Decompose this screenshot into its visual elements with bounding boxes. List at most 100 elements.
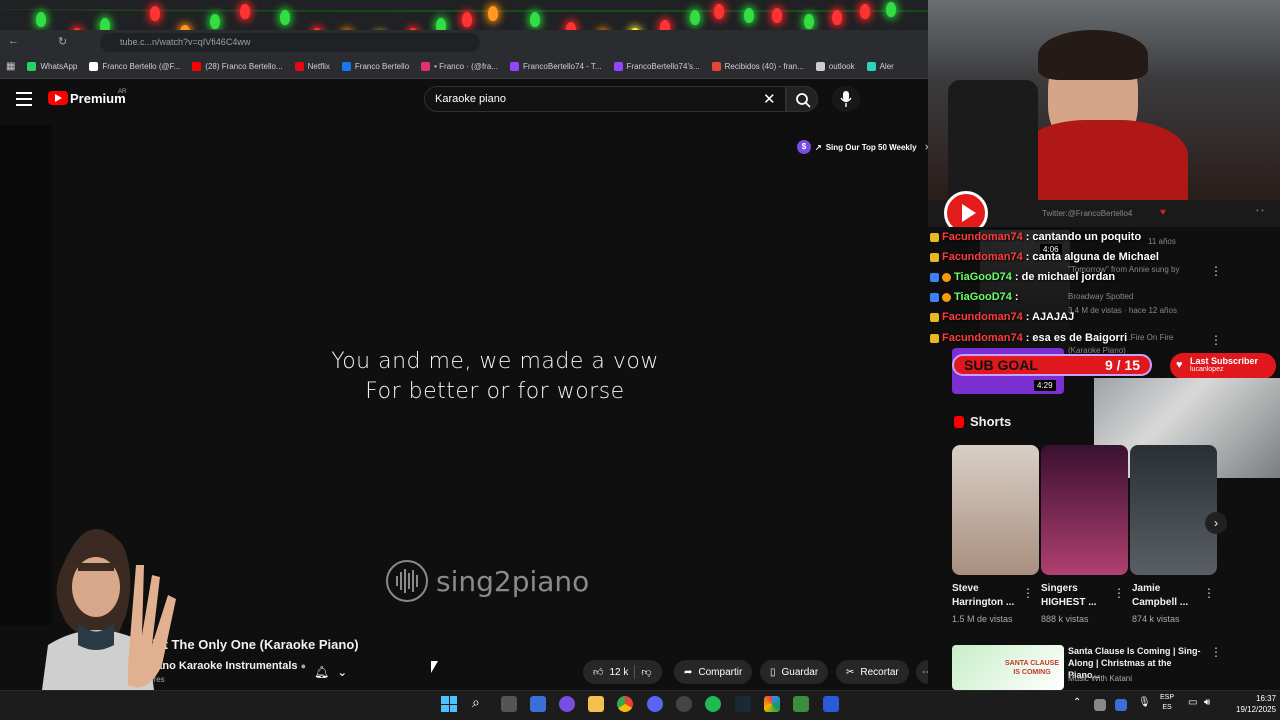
short-thumbnail[interactable] bbox=[1130, 445, 1217, 575]
clip-label: Recortar bbox=[860, 666, 899, 678]
app-icon[interactable] bbox=[793, 696, 809, 712]
chrome-icon[interactable] bbox=[617, 696, 633, 712]
heart-icon: ♥ bbox=[1176, 359, 1183, 371]
twitter-handle: Twitter:@FrancoBertello4 bbox=[1042, 209, 1133, 218]
light-bulb bbox=[240, 4, 250, 19]
light-bulb bbox=[462, 12, 472, 27]
task-view-icon[interactable] bbox=[501, 696, 517, 712]
app-icon[interactable] bbox=[559, 696, 575, 712]
bookmark-icon: ▯ bbox=[770, 666, 776, 678]
drive-icon[interactable] bbox=[764, 696, 780, 712]
shorts-icon bbox=[954, 415, 964, 428]
promo-banner[interactable]: $ ↗ Sing Our Top 50 Weekly ✕ bbox=[797, 139, 931, 155]
recommended-thumbnail[interactable]: SANTA CLAUSE IS COMING bbox=[952, 645, 1064, 690]
last-sub-name: lucanlopez bbox=[1190, 366, 1224, 373]
clear-search-icon[interactable]: ✕ bbox=[763, 90, 776, 108]
verified-icon: ● bbox=[300, 661, 307, 671]
last-subscriber-widget: ♥ Last Subscriber lucanlopez bbox=[1170, 353, 1276, 379]
short-views: 874 k vistas bbox=[1132, 614, 1180, 624]
short-title[interactable]: Singers HIGHEST ... bbox=[1041, 582, 1116, 610]
bookmark-item[interactable]: FrancoBertello74 - T... bbox=[509, 62, 602, 71]
chevron-right-icon[interactable]: › bbox=[1205, 512, 1227, 534]
recommended-channel[interactable]: Music With Katani bbox=[1068, 674, 1132, 683]
more-icon[interactable]: ⋮ bbox=[1210, 645, 1222, 659]
tray-icon[interactable] bbox=[1094, 699, 1106, 711]
bookmark-favicon-icon bbox=[294, 62, 304, 71]
youtube-logo-icon[interactable] bbox=[48, 91, 68, 105]
sing2piano-logo-icon: $ bbox=[797, 140, 811, 154]
hamburger-menu-icon[interactable] bbox=[16, 92, 32, 106]
search-button[interactable] bbox=[786, 86, 818, 112]
short-title[interactable]: Steve Harrington ... bbox=[952, 582, 1027, 610]
short-thumbnail[interactable] bbox=[952, 445, 1039, 575]
light-bulb bbox=[36, 12, 46, 27]
crown-icon bbox=[930, 312, 939, 322]
like-button[interactable]: 👍︎ 12 k bbox=[593, 666, 628, 679]
more-icon[interactable]: ⋮ bbox=[1210, 333, 1222, 347]
bookmark-favicon-icon bbox=[815, 62, 825, 71]
more-icon: • • bbox=[1256, 206, 1264, 215]
steam-icon[interactable] bbox=[735, 696, 751, 712]
system-clock[interactable]: 16:37 19/12/2025 bbox=[1236, 693, 1276, 715]
bookmark-favicon-icon bbox=[89, 62, 99, 71]
file-explorer-icon[interactable] bbox=[588, 696, 604, 712]
sing2piano-watermark: sing2piano bbox=[386, 560, 616, 602]
volume-icon[interactable]: 🔊︎ bbox=[1204, 697, 1210, 708]
bookmark-item[interactable]: (28) Franco Bertello... bbox=[192, 62, 283, 71]
chevron-up-icon[interactable]: ⌃ bbox=[1073, 697, 1081, 708]
bookmark-label: Netflix bbox=[307, 62, 330, 71]
back-arrow-icon[interactable]: ← bbox=[8, 35, 19, 47]
app-icon[interactable] bbox=[823, 696, 839, 712]
bookmark-item[interactable]: FrancoBertello74's... bbox=[613, 62, 700, 71]
bookmark-label: • Franco · (@fra... bbox=[434, 62, 498, 71]
spotify-icon[interactable] bbox=[705, 696, 721, 712]
save-label: Guardar bbox=[781, 666, 819, 678]
reload-icon[interactable]: ↻ bbox=[58, 35, 67, 48]
microphone-icon bbox=[840, 91, 852, 107]
bookmark-item[interactable]: Recibidos (40) - fran... bbox=[711, 62, 804, 71]
share-label: Compartir bbox=[698, 666, 743, 678]
bookmark-item[interactable]: Netflix bbox=[294, 62, 330, 71]
save-button[interactable]: ▯ Guardar bbox=[760, 660, 829, 684]
sword-icon bbox=[930, 292, 939, 302]
short-thumbnail[interactable] bbox=[1041, 445, 1128, 575]
bookmark-item[interactable]: WhatsApp bbox=[27, 62, 77, 71]
search-icon[interactable]: ⌕ bbox=[472, 694, 480, 711]
tray-icon[interactable] bbox=[1115, 699, 1127, 711]
bookmark-item[interactable]: Franco Bertello bbox=[341, 62, 409, 71]
microphone-icon[interactable]: 🎙︎ bbox=[1138, 697, 1151, 708]
windows-start-icon[interactable] bbox=[441, 696, 457, 712]
voice-search-button[interactable] bbox=[832, 86, 860, 112]
light-bulb bbox=[772, 8, 782, 23]
bookmark-item[interactable]: Aler bbox=[866, 62, 894, 71]
url-input[interactable]: tube.c...n/watch?v=qIVfi46C4ww bbox=[100, 33, 480, 52]
share-button[interactable]: ➦ Compartir bbox=[674, 660, 753, 684]
language-indicator[interactable]: ESP ES bbox=[1160, 693, 1174, 713]
app-icon[interactable] bbox=[676, 696, 692, 712]
more-icon[interactable]: ⋮ bbox=[1210, 264, 1222, 278]
light-bulb bbox=[280, 10, 290, 25]
bookmark-favicon-icon bbox=[711, 62, 721, 71]
search-input[interactable]: Karaoke piano bbox=[424, 86, 786, 112]
clip-button[interactable]: ✂ Recortar bbox=[836, 660, 909, 684]
dislike-button[interactable]: 👎︎ bbox=[641, 666, 651, 678]
apps-grid-icon[interactable]: ▦ bbox=[6, 61, 15, 72]
bookmark-item[interactable]: Franco Bertello (@F... bbox=[89, 62, 180, 71]
discord-icon[interactable] bbox=[647, 696, 663, 712]
more-icon[interactable]: ⋮ bbox=[1203, 586, 1215, 600]
light-bulb bbox=[210, 14, 220, 29]
more-icon[interactable]: ⋮ bbox=[1022, 586, 1034, 600]
rec-meta-channel: Broadway Spotted bbox=[1068, 292, 1134, 301]
short-views: 1.5 M de vistas bbox=[952, 614, 1013, 624]
more-icon[interactable]: ⋮ bbox=[1113, 586, 1125, 600]
notification-button[interactable]: 🔔︎ ⌄ bbox=[314, 661, 360, 683]
short-title[interactable]: Jamie Campbell ... bbox=[1132, 582, 1207, 610]
badge-icon bbox=[942, 292, 951, 302]
shorts-heading: Shorts bbox=[954, 414, 1011, 429]
watermark-text: sing2piano bbox=[436, 564, 590, 598]
store-icon[interactable] bbox=[530, 696, 546, 712]
chat-message: Facundoman74: cantando un poquito bbox=[930, 231, 1141, 243]
bookmark-item[interactable]: outlook bbox=[815, 62, 855, 71]
network-icon[interactable]: ▭ bbox=[1188, 697, 1197, 708]
bookmark-item[interactable]: • Franco · (@fra... bbox=[421, 62, 498, 71]
